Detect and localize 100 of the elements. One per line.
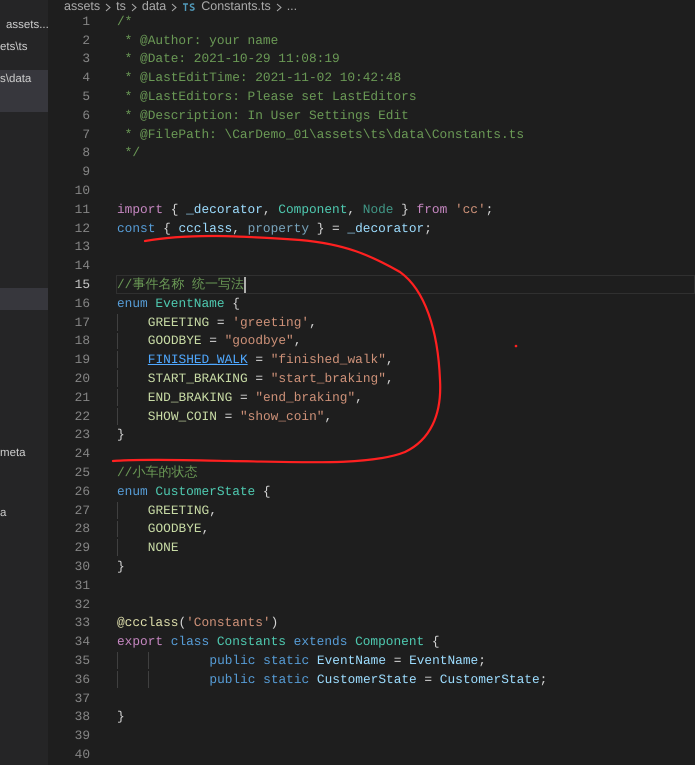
code-token: = [254,351,264,370]
line-number: 30 [74,558,90,576]
line-number: 33 [74,614,90,632]
breadcrumb-item[interactable]: assets [64,0,100,12]
line-number: 15 [74,276,90,294]
line-number: 32 [74,596,90,614]
code-comment: * @Author: your name [124,32,278,50]
code-token: property [248,220,310,238]
code-comment: * @Date: 2021-10-29 11:08:19 [124,50,340,68]
text-cursor [244,276,246,293]
file-tree-item[interactable]: ets\ts [0,38,48,56]
line-number: 8 [81,144,90,162]
line-number: 23 [74,426,90,444]
code-token: ; [540,670,548,689]
chevron-right-icon [171,3,178,12]
code-token: } [117,558,125,576]
line-number: 35 [74,652,90,670]
line-number: 2 [81,32,90,50]
code-token: class [170,633,210,652]
code-token: ; [478,652,486,670]
code-token: @ccclass [117,614,178,632]
code-token: , [324,408,332,426]
code-token: , [347,200,356,219]
code-token: { [231,294,240,313]
code-token: Component [355,633,424,652]
code-token: Constants [216,633,287,652]
code-token: const [117,220,156,238]
code-token: END_BRAKING [148,388,232,407]
code-token: EventName [409,652,478,670]
code-comment: * @LastEditTime: 2021-11-02 10:42:48 [124,69,402,88]
code-token: = [238,388,249,407]
code-token: ( [178,614,186,632]
line-number: 37 [74,690,90,708]
chevron-right-icon [105,3,112,12]
code-token: } [400,200,410,219]
code-token: "goodbye" [224,332,294,350]
line-number: 19 [74,351,90,370]
code-token: { [430,633,440,652]
code-link[interactable]: FINISHED_WALK [148,350,248,370]
code-token: from [416,200,448,219]
line-number: 5 [81,88,90,106]
chevron-right-icon [276,3,282,12]
file-tree-item[interactable]: a [0,504,48,522]
breadcrumb-item[interactable]: ... [286,0,298,12]
breadcrumb-item[interactable]: ts [116,0,126,12]
code-token: } [117,708,125,726]
code-token: import [117,200,164,219]
code-token: GOODBYE [148,520,202,538]
line-number: 27 [74,502,90,520]
line-number: 14 [74,257,90,276]
line-number: 6 [81,106,90,125]
code-token: ; [486,200,494,219]
line-number: 16 [74,294,90,313]
code-token: _decorator [186,200,263,219]
line-number: 21 [74,388,90,407]
code-token: ) [270,614,278,632]
line-number: 28 [74,520,90,538]
line-number: 13 [74,238,90,256]
code-token: enum [117,482,149,501]
code-comment: * @LastEditors: Please set LastEditors [124,88,416,106]
code-comment: //小车的状态 [117,464,198,482]
code-token: 'cc' [454,200,486,219]
line-number: 18 [74,332,90,350]
code-token: GREETING [148,314,210,332]
code-comment: /* [117,12,132,31]
code-token: START_BRAKING [148,370,248,388]
code-token: 'greeting' [232,314,310,332]
line-number: 7 [81,126,90,144]
code-token: , [262,200,272,219]
line-number: 31 [74,576,90,595]
code-token: , [232,220,241,238]
code-token: "end_braking" [255,388,356,407]
code-token: EventName [155,294,225,313]
code-token: "start_braking" [270,370,386,388]
code-token: "finished_walk" [270,351,386,370]
line-number: 22 [74,408,90,426]
code-token: = [216,314,226,332]
breadcrumb-item[interactable]: Constants.ts [201,0,271,12]
code-token: export [117,633,164,652]
code-comment: //事件名称 统一写法 [117,276,244,294]
code-token: public static [209,652,310,670]
line-number: 39 [74,727,90,746]
code-token: CustomerState [155,482,256,501]
line-number: 10 [74,182,90,200]
line-number: 12 [74,220,90,238]
file-tree-item[interactable]: assets... [0,16,48,34]
file-tree-item[interactable]: s\data [0,70,48,112]
file-tree-item[interactable]: meta [0,444,48,462]
line-number: 29 [74,539,90,558]
file-tree-row-highlight[interactable] [0,288,48,310]
code-token: , [386,351,394,370]
code-token: , [294,332,302,350]
line-number: 20 [74,370,90,388]
chevron-right-icon [130,3,137,12]
code-token: , [209,502,217,520]
line-number: 24 [74,445,90,464]
line-number: 11 [74,200,90,219]
code-token: } [117,426,125,444]
code-token: Component [278,200,348,219]
breadcrumb-item[interactable]: data [142,0,166,12]
